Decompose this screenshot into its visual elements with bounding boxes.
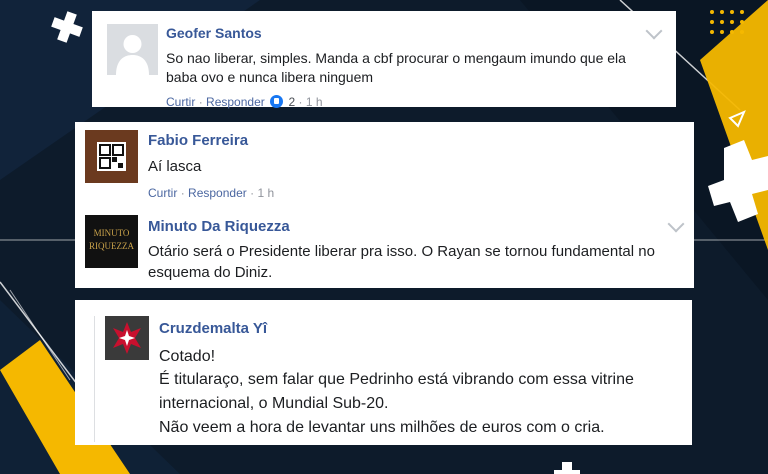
reaction-count[interactable]: 2: [288, 95, 295, 109]
like-link[interactable]: Curtir: [166, 95, 195, 109]
qr-code-icon: [97, 142, 126, 171]
comment-card-group: Fabio Ferreira Aí lasca Curtir · Respond…: [75, 122, 694, 288]
chevron-down-icon[interactable]: [667, 215, 685, 233]
comment-author[interactable]: Minuto Da Riquezza: [148, 218, 290, 235]
comment-time[interactable]: 1 h: [257, 186, 274, 200]
reply-link[interactable]: Responder: [188, 186, 247, 200]
reply-link[interactable]: Responder: [206, 95, 265, 109]
separator: ·: [180, 186, 185, 200]
avatar[interactable]: [105, 316, 149, 360]
comment-text-line: baba ovo e nunca libera ninguem: [166, 69, 374, 85]
avatar-logo-text: MINUTO RIQUEZZA: [89, 228, 134, 251]
thread-line: [94, 316, 95, 442]
chevron-down-icon[interactable]: [645, 22, 663, 40]
cross-of-malta-icon: [105, 316, 149, 360]
comment-actions: Curtir · Responder · 1 h: [148, 186, 274, 200]
separator: ·: [250, 186, 255, 200]
default-avatar-icon: [116, 35, 149, 75]
comment-actions: Curtir · Responder 2 · 1 h: [166, 95, 323, 109]
comment-text-line: É titularaço, sem falar que Pedrinho est…: [159, 371, 634, 388]
comment-text-line: internacional, o Mundial Sub-20.: [159, 395, 389, 412]
comment-text-line: Otário será o Presidente liberar pra iss…: [148, 243, 655, 260]
like-reaction-icon[interactable]: [270, 95, 284, 108]
comment-text-line: Cotado!: [159, 348, 216, 365]
avatar[interactable]: [85, 130, 138, 183]
avatar[interactable]: MINUTO RIQUEZZA: [85, 215, 138, 268]
comment-author[interactable]: Fabio Ferreira: [148, 132, 248, 149]
comment-author[interactable]: Cruzdemalta Yî: [159, 320, 267, 337]
comment-card-geofer: Geofer Santos So nao liberar, simples. M…: [92, 11, 676, 109]
comment-card-cruzdemalta: Cruzdemalta Yî Cotado! É titularaço, sem…: [75, 300, 692, 445]
separator: ·: [298, 95, 303, 109]
like-link[interactable]: Curtir: [148, 186, 177, 200]
comment-time[interactable]: 1 h: [306, 95, 323, 109]
comment-text-line: Não veem a hora de levantar uns milhões …: [159, 419, 605, 436]
comment-text-line: esquema do Diniz.: [148, 264, 273, 281]
comment-text-line: Aí lasca: [148, 158, 202, 175]
separator: ·: [198, 95, 203, 109]
comment-text-line: So nao liberar, simples. Manda a cbf pro…: [166, 50, 626, 66]
avatar[interactable]: [107, 24, 158, 75]
comment-author[interactable]: Geofer Santos: [166, 25, 262, 41]
